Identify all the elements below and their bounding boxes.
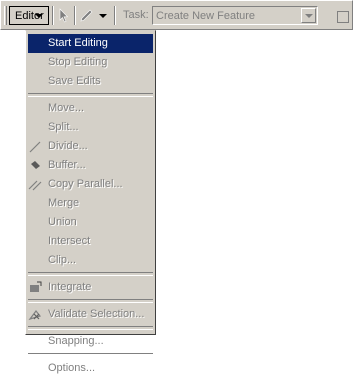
menu-item-label: Merge — [48, 197, 80, 209]
menu-separator — [28, 93, 153, 97]
task-dropdown[interactable]: Create New Feature — [152, 6, 318, 25]
menu-item-buffer[interactable]: Buffer... — [26, 156, 155, 175]
editor-menu-button[interactable]: Editor — [9, 6, 49, 25]
menu-separator — [28, 299, 153, 303]
copy-parallel-icon — [28, 180, 42, 191]
menu-item-label: Split... — [48, 121, 79, 133]
menu-item-integrate[interactable]: Integrate — [26, 278, 155, 297]
menu-item-move[interactable]: Move... — [26, 99, 155, 118]
task-dropdown-button[interactable] — [301, 8, 316, 23]
chevron-down-icon — [305, 14, 313, 18]
editor-toolbar: Editor Task: Create New Feature — [0, 0, 353, 30]
toolbar-separator — [74, 6, 76, 25]
menu-item-save-edits[interactable]: Save Edits — [26, 72, 155, 91]
menu-item-label: Options... — [48, 362, 96, 374]
menu-item-copy-parallel[interactable]: Copy Parallel... — [26, 175, 155, 194]
menu-item-stop-editing[interactable]: Stop Editing — [26, 53, 155, 72]
menu-item-label: Snapping... — [48, 335, 104, 347]
toolbar-grip[interactable] — [4, 6, 7, 25]
editor-dropdown-menu: Start Editing Stop Editing Save Edits Mo… — [25, 30, 156, 374]
menu-item-start-editing[interactable]: Start Editing — [28, 34, 153, 53]
chevron-down-icon — [35, 14, 43, 18]
menu-item-intersect[interactable]: Intersect — [26, 232, 155, 251]
menu-item-label: Union — [48, 216, 77, 228]
target-layer-box[interactable] — [337, 11, 349, 23]
menu-separator — [28, 326, 153, 330]
task-label: Task: — [123, 9, 149, 21]
menu-separator — [28, 353, 153, 357]
menu-item-label: Integrate — [48, 281, 92, 293]
menu-item-label: Divide... — [48, 140, 88, 152]
menu-item-label: Start Editing — [48, 37, 108, 49]
menu-item-label: Buffer... — [48, 159, 86, 171]
toolbar-separator — [52, 6, 54, 25]
menu-item-divide[interactable]: Divide... — [26, 137, 155, 156]
integrate-icon — [30, 281, 42, 292]
menu-item-label: Copy Parallel... — [48, 178, 123, 190]
menu-item-clip[interactable]: Clip... — [26, 251, 155, 270]
menu-item-label: Move... — [48, 102, 85, 114]
menu-item-label: Intersect — [48, 235, 91, 247]
menu-item-validate-selection[interactable]: Validate Selection... — [26, 305, 155, 324]
menu-separator — [28, 272, 153, 276]
edit-tool-arrow-icon[interactable] — [57, 8, 71, 23]
chevron-down-icon[interactable] — [99, 14, 107, 18]
sketch-tool-pencil-icon[interactable] — [79, 8, 95, 23]
divide-icon — [29, 141, 41, 153]
toolbar-separator — [114, 6, 116, 25]
menu-item-options[interactable]: Options... — [26, 359, 155, 378]
buffer-icon — [31, 161, 40, 169]
menu-item-merge[interactable]: Merge — [26, 194, 155, 213]
menu-item-union[interactable]: Union — [26, 213, 155, 232]
validate-icon — [28, 310, 42, 321]
menu-item-label: Validate Selection... — [48, 308, 145, 320]
menu-item-label: Save Edits — [48, 75, 101, 87]
task-dropdown-value: Create New Feature — [156, 10, 256, 22]
menu-item-label: Stop Editing — [48, 56, 108, 68]
menu-item-split[interactable]: Split... — [26, 118, 155, 137]
menu-item-label: Clip... — [48, 254, 77, 266]
